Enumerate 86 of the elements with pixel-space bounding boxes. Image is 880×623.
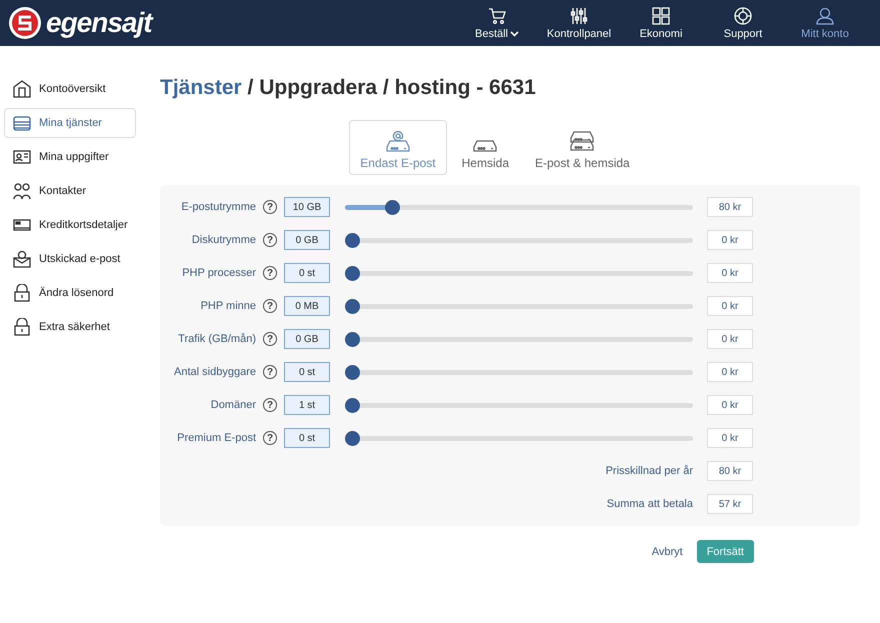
- nav-item[interactable]: Support: [702, 0, 784, 46]
- price-field: 0 kr: [707, 296, 753, 316]
- cart-icon: [488, 6, 506, 24]
- slider-thumb[interactable]: [345, 232, 360, 248]
- value-field: 1 st: [284, 395, 330, 415]
- total-label: Summa att betala: [606, 498, 693, 510]
- page-title: Tjänster / Uppgradera / hosting - 6631: [160, 76, 537, 100]
- help-icon[interactable]: ?: [263, 398, 277, 412]
- sidebar-item[interactable]: Mina uppgifter: [4, 142, 136, 172]
- user-icon: [816, 6, 834, 24]
- sidebar-item[interactable]: Kreditkortsdetaljer: [4, 210, 136, 240]
- id-card-icon: [13, 148, 31, 166]
- server-icon: [473, 140, 498, 152]
- breadcrumb-link[interactable]: Tjänster: [160, 76, 242, 99]
- price-field: 0 kr: [707, 230, 753, 250]
- setting-label: Trafik (GB/mån): [177, 333, 256, 345]
- slider-thumb[interactable]: [345, 430, 360, 446]
- setting-label: Antal sidbyggare: [173, 366, 256, 378]
- nav-item[interactable]: Beställ: [456, 0, 538, 46]
- value-field: 0 GB: [284, 230, 330, 250]
- logo-text: egensajt: [46, 7, 152, 39]
- sidebar-item[interactable]: Kontoöversikt: [4, 74, 136, 104]
- padlock-icon: [13, 318, 31, 336]
- slider[interactable]: [345, 298, 693, 314]
- setting-label: Domäner: [210, 399, 256, 411]
- sidebar-item[interactable]: Ändra lösenord: [4, 278, 136, 308]
- help-icon[interactable]: ?: [263, 200, 277, 214]
- servers-icon: [570, 131, 594, 151]
- nav-item[interactable]: Mitt konto: [784, 0, 866, 46]
- value-field: 0 GB: [284, 329, 330, 349]
- help-icon[interactable]: ?: [263, 233, 277, 247]
- total-field: 57 kr: [707, 494, 753, 514]
- logo[interactable]: egensajt: [8, 6, 152, 40]
- nav-item[interactable]: Ekonomi: [620, 0, 702, 46]
- grid-icon: [652, 6, 670, 24]
- sidebar-item[interactable]: Kontakter: [4, 176, 136, 206]
- help-icon[interactable]: ?: [263, 431, 277, 445]
- server-icon: [13, 114, 31, 132]
- padlock-icon: [13, 284, 31, 302]
- help-icon[interactable]: ?: [263, 365, 277, 379]
- slider-thumb[interactable]: [345, 364, 360, 380]
- setting-label: PHP processer: [181, 267, 256, 279]
- setting-label: E-postutrymme: [180, 201, 256, 213]
- sidebar-item[interactable]: Extra säkerhet: [4, 312, 136, 342]
- sidebar-item[interactable]: Mina tjänster: [4, 108, 136, 138]
- slider[interactable]: [345, 364, 693, 380]
- price-field: 0 kr: [707, 362, 753, 382]
- people-icon: [13, 182, 31, 200]
- sliders-icon: [570, 6, 588, 24]
- slider[interactable]: [345, 332, 693, 346]
- slider-thumb[interactable]: [384, 200, 400, 214]
- slider-thumb[interactable]: [345, 266, 360, 280]
- price-field: 0 kr: [707, 329, 753, 349]
- slider[interactable]: [345, 430, 693, 446]
- cancel-link[interactable]: Avbryt: [652, 546, 683, 558]
- help-icon[interactable]: ?: [263, 332, 277, 346]
- value-field: 0 st: [284, 428, 330, 448]
- setting-label: Diskutrymme: [190, 234, 256, 246]
- setting-label: Premium E-post: [176, 432, 256, 444]
- help-icon[interactable]: ?: [263, 266, 277, 280]
- house-icon: [13, 80, 31, 98]
- value-field: 0 st: [284, 263, 330, 283]
- price-field: 0 kr: [707, 428, 753, 448]
- slider[interactable]: [345, 200, 693, 214]
- slider-thumb[interactable]: [345, 332, 360, 346]
- value-field: 0 MB: [284, 296, 330, 316]
- slider-thumb[interactable]: [345, 298, 360, 314]
- email-server-icon: [386, 131, 410, 152]
- slider[interactable]: [345, 232, 693, 248]
- lifebuoy-icon: [734, 6, 752, 24]
- logo-icon: [8, 6, 42, 40]
- slider[interactable]: [345, 266, 693, 280]
- value-field: 10 GB: [284, 197, 330, 217]
- slider[interactable]: [345, 398, 693, 412]
- slider-thumb[interactable]: [345, 398, 360, 412]
- total-field: 80 kr: [707, 461, 753, 481]
- setting-label: PHP minne: [200, 300, 256, 312]
- help-icon[interactable]: ?: [263, 299, 277, 313]
- sidebar-item[interactable]: Utskickad e-post: [4, 244, 136, 274]
- value-field: 0 st: [284, 362, 330, 382]
- nav-item[interactable]: Kontrollpanel: [538, 0, 620, 46]
- price-field: 0 kr: [707, 263, 753, 283]
- price-field: 80 kr: [707, 197, 753, 217]
- price-field: 0 kr: [707, 395, 753, 415]
- envelope-icon: [13, 250, 31, 268]
- total-label: Prisskillnad per år: [606, 465, 693, 477]
